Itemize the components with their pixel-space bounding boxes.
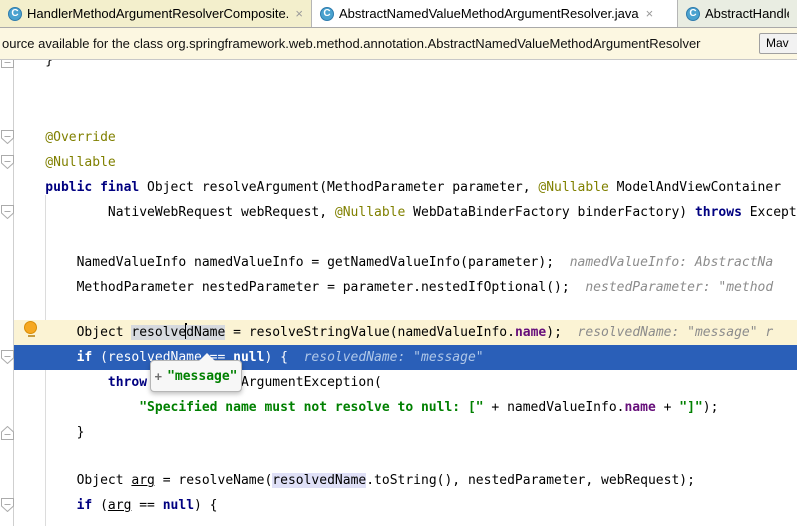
code-line: public final Object resolveArgument(Meth… [14, 175, 797, 200]
debugger-inline-hint: resolvedName: "message" r [578, 325, 774, 340]
editor-tab-bar: C HandlerMethodArgumentResolverComposite… [0, 0, 797, 28]
close-icon[interactable]: × [646, 6, 654, 21]
code-line: @Nullable [14, 150, 797, 175]
code-line: } [14, 60, 797, 73]
fold-marker-down-icon[interactable] [1, 130, 14, 144]
code-line: @Override [14, 125, 797, 150]
code-line: Object arg = resolveName(resolvedName.to… [14, 468, 797, 493]
fold-marker-down-icon[interactable] [1, 205, 14, 219]
code-editor[interactable]: } @Override@Nullablepublic final Object r… [0, 60, 797, 526]
tab-label: AbstractNamedValueMethodArgumentResolver… [339, 6, 639, 21]
fold-marker-down-icon[interactable] [1, 155, 14, 169]
class-icon: C [8, 7, 22, 21]
code-line: if (resolvedName == null) {resolvedName:… [14, 345, 797, 370]
code-line: if (arg == null) { [14, 493, 797, 518]
code-lines: } @Override@Nullablepublic final Object r… [14, 60, 797, 526]
maven-button[interactable]: Mav [759, 33, 797, 54]
fold-marker-up-icon[interactable] [1, 426, 14, 440]
tooltip-value: "message" [167, 369, 237, 384]
fold-marker-down-icon[interactable] [1, 498, 14, 512]
tab-abstract-named-value-method-argument-resolver[interactable]: C AbstractNamedValueMethodArgumentResolv… [312, 0, 678, 27]
intention-bulb-icon[interactable] [24, 321, 38, 337]
code-line: MethodParameter nestedParameter = parame… [14, 275, 797, 300]
debugger-value-tooltip[interactable]: + "message" [150, 360, 242, 392]
debugger-inline-hint: resolvedName: "message" [304, 350, 484, 365]
tab-abstract-handle[interactable]: C AbstractHandle [678, 0, 797, 27]
editor-gutter [0, 60, 14, 526]
fold-marker-down-icon[interactable] [1, 350, 14, 364]
banner-message: ource available for the class org.spring… [0, 36, 701, 51]
code-line: throw new IllegalArgumentException( [14, 370, 797, 395]
code-line: NativeWebRequest webRequest, @Nullable W… [14, 200, 797, 225]
tab-label: AbstractHandle [705, 6, 789, 21]
class-icon: C [320, 7, 334, 21]
code-line: Object resolvedName = resolveStringValue… [14, 320, 797, 345]
tab-label: HandlerMethodArgumentResolverComposite.j… [27, 6, 288, 21]
fold-marker-up-icon[interactable] [1, 60, 14, 68]
code-line: } [14, 420, 797, 445]
class-icon: C [686, 7, 700, 21]
debugger-inline-hint: nestedParameter: "method [585, 280, 773, 295]
tab-handler-method-argument-resolver-composite[interactable]: C HandlerMethodArgumentResolverComposite… [0, 0, 312, 27]
close-icon[interactable]: × [295, 6, 303, 21]
add-to-watches-icon[interactable]: + [154, 369, 162, 384]
editor-notification-banner: ource available for the class org.spring… [0, 28, 797, 60]
code-line: "Specified name must not resolve to null… [14, 395, 797, 420]
code-line: NamedValueInfo namedValueInfo = getNamed… [14, 250, 797, 275]
debugger-inline-hint: namedValueInfo: AbstractNa [570, 255, 774, 270]
